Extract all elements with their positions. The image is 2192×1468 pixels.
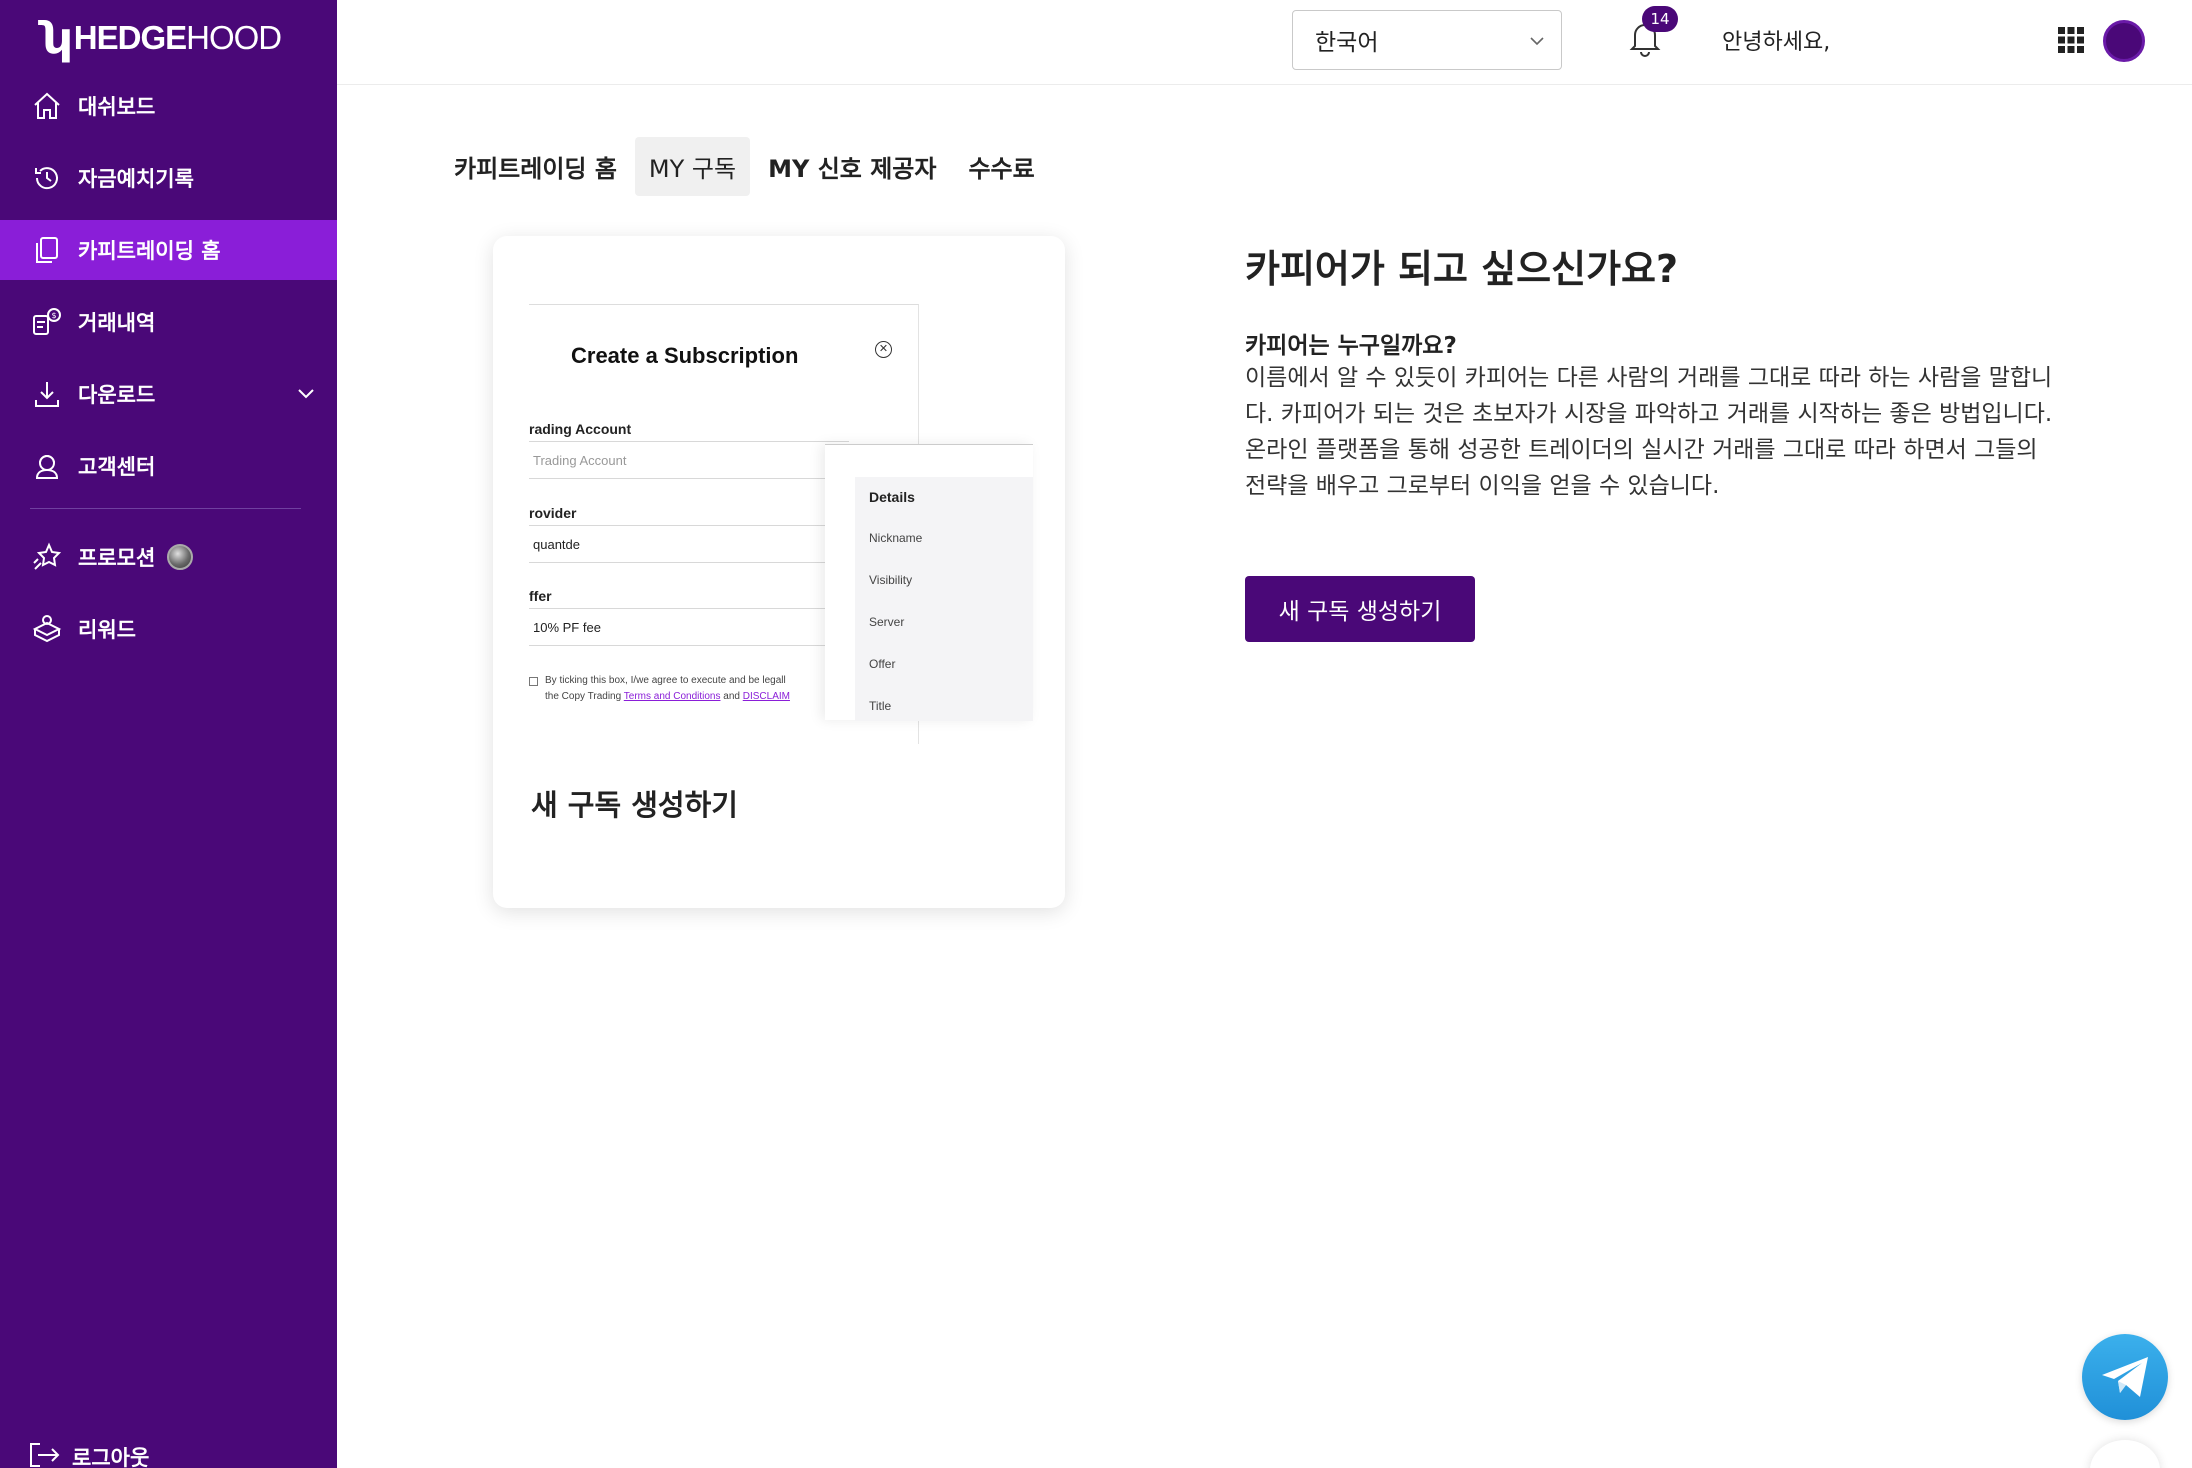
greeting-text: 안녕하세요, <box>1722 30 1831 55</box>
modal-title: Create a Subscription <box>571 343 799 368</box>
home-icon <box>30 89 64 123</box>
disclaimer-link: DISCLAIM <box>742 691 790 702</box>
logo-text: HEDGEHOOD <box>73 19 282 56</box>
sidebar: ʮ HEDGEHOOD 대쉬보드 자금예치기록 카피트레이딩 홈 $ 거래내역 <box>0 0 337 1468</box>
copytrading-tabs: 카피트레이딩 홈 MY 구독 MY 신호 제공자 수수료 <box>440 137 1053 196</box>
notification-count-badge: 14 <box>1642 6 1678 32</box>
trade-history-icon: $ <box>30 305 64 339</box>
field-provider: quantde <box>529 525 849 563</box>
details-heading: Details <box>869 489 915 505</box>
sidebar-item-copytrading-home[interactable]: 카피트레이딩 홈 <box>0 220 337 280</box>
logout-button[interactable]: 로그아웃 <box>28 1440 149 1468</box>
tab-my-subscriptions[interactable]: MY 구독 <box>634 137 751 196</box>
sidebar-item-support[interactable]: 고객센터 <box>0 436 337 496</box>
svg-text:$: $ <box>52 311 57 320</box>
promotion-coin-icon <box>167 544 194 570</box>
tab-my-signal-providers[interactable]: MY 신호 제공자 <box>754 137 950 196</box>
terms-checkbox <box>529 677 538 686</box>
details-item: Visibility <box>869 573 913 587</box>
promotion-icon <box>30 540 64 574</box>
subscription-preview-card: Create a Subscription ✕ rading Account T… <box>493 236 1065 908</box>
support-icon <box>30 449 64 483</box>
close-icon: ✕ <box>875 341 892 358</box>
copier-section-title: 카피어가 되고 싶으신가요? <box>1245 247 1679 291</box>
chevron-down-icon <box>1527 31 1547 57</box>
details-panel-illustration: Details Nickname Visibility Server Offer… <box>825 444 1033 721</box>
details-item: Offer <box>869 657 896 671</box>
copy-icon <box>30 233 64 267</box>
copier-section-subtitle: 카피어는 누구일까요? <box>1245 333 1457 359</box>
field-trading-account: Trading Account <box>529 441 849 479</box>
field-label-offer: ffer <box>529 588 552 604</box>
telegram-icon[interactable] <box>2082 1334 2168 1420</box>
sidebar-nav: 대쉬보드 자금예치기록 카피트레이딩 홈 $ 거래내역 다운로드 고객센터 프로… <box>0 76 337 671</box>
field-offer: 10% PF fee <box>529 608 849 646</box>
sidebar-item-reward[interactable]: 리워드 <box>0 599 337 659</box>
history-icon <box>30 161 64 195</box>
tab-copytrading-home[interactable]: 카피트레이딩 홈 <box>440 137 631 196</box>
details-item: Nickname <box>869 531 923 545</box>
apps-grid-icon[interactable] <box>2057 26 2085 58</box>
sidebar-item-trade-history[interactable]: $ 거래내역 <box>0 292 337 352</box>
details-item: Server <box>869 615 905 629</box>
field-label-provider: rovider <box>529 505 577 521</box>
preview-card-caption: 새 구독 생성하기 <box>531 788 738 822</box>
language-select-value: 한국어 <box>1315 30 1379 56</box>
sidebar-item-dashboard[interactable]: 대쉬보드 <box>0 76 337 136</box>
sidebar-item-deposit-history[interactable]: 자금예치기록 <box>0 148 337 208</box>
hedgehood-logo[interactable]: ʮ HEDGEHOOD <box>42 8 282 68</box>
copier-description: 이름에서 알 수 있듯이 카피어는 다른 사람의 거래를 그대로 따라 하는 사… <box>1245 365 2053 499</box>
logo-mark-icon: ʮ <box>42 12 72 64</box>
logout-icon <box>28 1440 62 1468</box>
sidebar-item-promotion[interactable]: 프로모션 <box>0 527 337 587</box>
sidebar-divider <box>30 508 301 509</box>
create-subscription-button[interactable]: 새 구독 생성하기 <box>1245 576 1475 642</box>
sidebar-item-download[interactable]: 다운로드 <box>0 364 337 424</box>
user-avatar[interactable] <box>2103 20 2145 62</box>
details-list: Details Nickname Visibility Server Offer… <box>855 477 1033 721</box>
reward-icon <box>30 612 64 646</box>
terms-text: By ticking this box, I/we agree to execu… <box>529 673 859 705</box>
field-label-trading-account: rading Account <box>529 421 632 437</box>
terms-link: Terms and Conditions <box>623 691 721 702</box>
top-header: 한국어 14 안녕하세요, <box>337 0 2192 85</box>
details-item: Title <box>869 699 892 713</box>
language-select[interactable]: 한국어 <box>1292 10 1562 70</box>
download-icon <box>30 377 64 411</box>
chevron-down-icon[interactable] <box>295 382 317 408</box>
tab-fees[interactable]: 수수료 <box>954 137 1048 196</box>
scroll-top-button[interactable] <box>2090 1440 2160 1468</box>
